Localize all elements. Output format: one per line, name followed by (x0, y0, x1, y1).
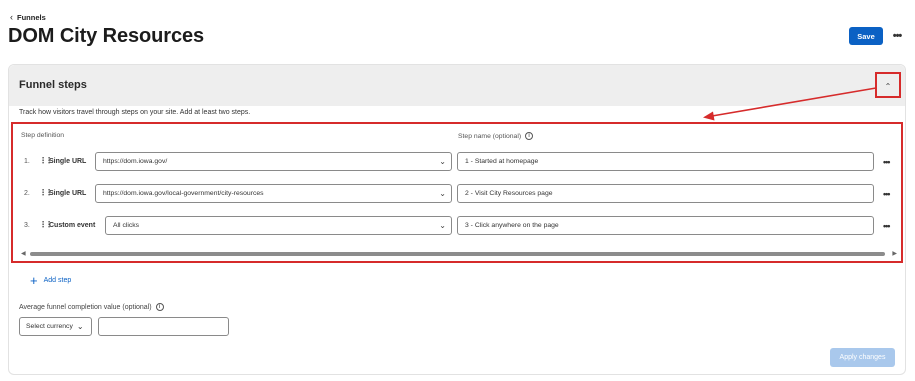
scrollbar-thumb[interactable] (30, 252, 885, 256)
step-name-value: 3 - Click anywhere on the page (465, 222, 559, 229)
step-name-input[interactable]: 2 - Visit City Resources page (457, 184, 874, 203)
chevron-up-icon: ⌃ (884, 81, 892, 91)
steps-table: Step definition Step name (optional) i 1… (11, 122, 903, 263)
avg-completion-label-text: Average funnel completion value (optiona… (19, 303, 152, 311)
funnel-steps-title: Funnel steps (19, 79, 87, 91)
step-number: 1. (24, 158, 30, 165)
plus-icon: + (30, 273, 38, 288)
step-definition-value: All clicks (113, 222, 140, 229)
step-name-value: 1 - Started at homepage (465, 158, 539, 165)
save-button[interactable]: Save (849, 27, 883, 45)
step-more-button[interactable]: ••• (883, 157, 891, 167)
step-more-button[interactable]: ••• (883, 221, 891, 231)
avg-completion-label: Average funnel completion value (optiona… (19, 303, 164, 311)
back-to-funnels-link[interactable]: ‹ Funnels (10, 12, 46, 23)
scroll-left-icon[interactable]: ◀ (21, 250, 26, 257)
step-type-label: Single URL (49, 158, 87, 165)
collapse-section-button[interactable]: ⌃ (875, 72, 901, 98)
step-definition-value: https://dom.iowa.gov/ (103, 158, 168, 165)
step-name-label-text: Step name (optional) (458, 132, 522, 140)
step-definition-select[interactable]: All clicks ⌄ (105, 216, 452, 235)
more-horizontal-icon: ••• (892, 30, 903, 42)
step-definition-value: https://dom.iowa.gov/local-government/ci… (103, 190, 264, 197)
funnel-steps-card: Funnel steps ⌃ Track how visitors travel… (8, 64, 906, 375)
step-number: 3. (24, 222, 30, 229)
step-definition-select[interactable]: https://dom.iowa.gov/local-government/ci… (95, 184, 452, 203)
step-type-label: Single URL (49, 190, 87, 197)
currency-select[interactable]: Select currency ⌄ (19, 317, 92, 336)
apply-changes-button[interactable]: Apply changes (830, 348, 895, 367)
chevron-left-icon: ‹ (10, 12, 13, 22)
add-step-button[interactable]: + Add step (30, 274, 71, 287)
step-row: 1. ⋮⋮ Single URL https://dom.iowa.gov/ ⌄… (13, 152, 903, 172)
step-number: 2. (24, 190, 30, 197)
step-type-label: Custom event (49, 222, 96, 229)
currency-select-value: Select currency (26, 323, 73, 330)
funnel-steps-hint: Track how visitors travel through steps … (19, 109, 251, 116)
chevron-down-icon: ⌄ (439, 157, 446, 166)
step-name-input[interactable]: 3 - Click anywhere on the page (457, 216, 874, 235)
step-definition-select[interactable]: https://dom.iowa.gov/ ⌄ (95, 152, 452, 171)
step-definition-column-label: Step definition (21, 132, 65, 139)
funnel-editor-page: ‹ Funnels DOM City Resources Save ••• Fu… (0, 0, 915, 381)
add-step-label: Add step (43, 277, 72, 284)
funnel-steps-header: Funnel steps ⌃ (9, 65, 905, 106)
step-name-column-label: Step name (optional) i (458, 132, 534, 140)
info-icon[interactable]: i (155, 303, 164, 311)
chevron-down-icon: ⌄ (76, 322, 84, 331)
page-title: DOM City Resources (8, 25, 205, 47)
step-name-value: 2 - Visit City Resources page (465, 190, 553, 197)
scroll-right-icon[interactable]: ▶ (892, 250, 897, 257)
completion-value-input[interactable] (98, 317, 229, 336)
more-options-button[interactable]: ••• (888, 27, 906, 45)
step-more-button[interactable]: ••• (883, 189, 891, 199)
step-row: 2. ⋮⋮ Single URL https://dom.iowa.gov/lo… (13, 184, 903, 204)
step-name-input[interactable]: 1 - Started at homepage (457, 152, 874, 171)
back-link-label: Funnels (17, 13, 46, 22)
chevron-down-icon: ⌄ (439, 221, 446, 230)
horizontal-scrollbar[interactable]: ◀ ▶ (21, 250, 897, 258)
chevron-down-icon: ⌄ (439, 189, 446, 198)
info-icon[interactable]: i (525, 132, 534, 140)
step-row: 3. ⋮⋮ Custom event All clicks ⌄ 3 - Clic… (13, 216, 903, 236)
